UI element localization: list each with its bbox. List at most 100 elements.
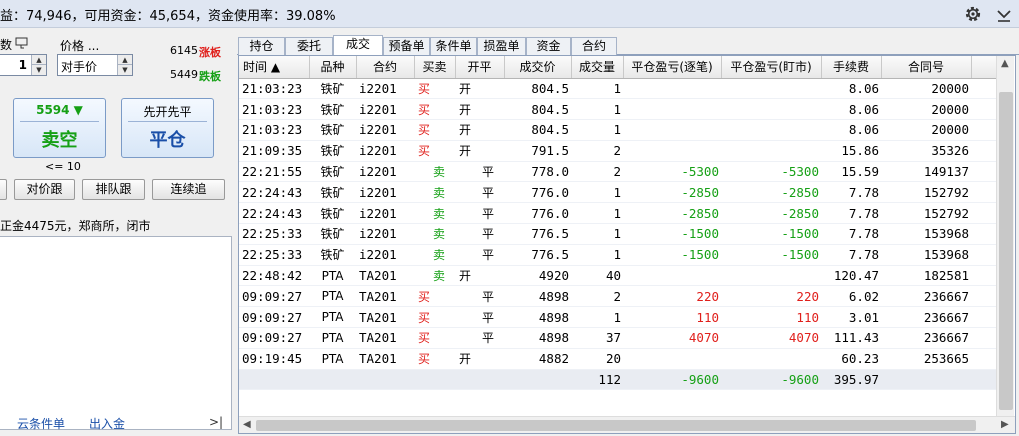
cell-合同号-10: 236667 — [881, 306, 971, 329]
cell-手续费-9: 15.86 — [821, 140, 881, 162]
cell-开平-4: 开 — [455, 265, 504, 287]
cell-开平-4: 平 — [455, 285, 504, 308]
column-header-8[interactable]: 平仓盈亏(盯市) — [721, 56, 822, 79]
table-row[interactable]: 21:03:23 铁矿 i2201 买开 804.5 1 8.06 20000 — [239, 98, 1013, 121]
column-header-5[interactable]: 成交价 — [504, 56, 572, 79]
cloud-condition-order-link[interactable]: 云条件单 — [17, 415, 65, 432]
cell-合约-2: i2201 — [356, 98, 414, 121]
tab-0[interactable]: 持仓 — [238, 37, 285, 55]
table-row[interactable]: 09:09:27PTATA201买平489822202206.022366672 — [239, 285, 1013, 308]
quantity-arrows[interactable]: ▲ ▼ — [31, 55, 46, 75]
cell-合约-2: TA201 — [356, 285, 414, 308]
tab-4[interactable]: 条件单 — [430, 37, 477, 55]
tab-1[interactable]: 委托 — [285, 37, 333, 55]
vertical-scrollbar[interactable]: ▲ — [996, 56, 1014, 416]
scroll-left-icon[interactable]: ◀ — [243, 419, 251, 430]
column-header-9[interactable]: 手续费 — [821, 56, 882, 79]
horizontal-scrollbar[interactable]: ◀ ▶ — [239, 416, 1015, 433]
table-row[interactable]: 09:19:45PTATA201买开48822060.232536652 — [239, 348, 1013, 370]
cell-手续费-9: 8.06 — [821, 119, 881, 141]
table-row[interactable]: 21:09:35 铁矿 i2201 买开 791.5 2 15.86 35326 — [239, 140, 1013, 162]
table-row[interactable]: 21:03:23 铁矿 i2201 买开 804.5 1 8.06 20000 — [239, 119, 1013, 141]
column-header-3[interactable]: 买卖 — [414, 56, 456, 79]
table-header: 时间 ▲ 品种 合约 买卖 开平 成交价 成交量 平仓盈亏(逐笔) 平仓盈亏(盯市) 手续费 合同号 — [239, 56, 1014, 79]
deposit-withdraw-link[interactable]: 出入金 — [89, 415, 125, 432]
cell-平仓盈亏(盯市)-8: -1500 — [721, 223, 821, 245]
chevron-down-icon[interactable] — [995, 5, 1013, 23]
cell-买卖-3: 卖 — [414, 244, 455, 266]
column-header-10[interactable]: 合同号 — [881, 56, 972, 79]
horizontal-scroll-thumb[interactable] — [256, 420, 976, 431]
price-label[interactable]: 价格 ... — [60, 37, 99, 54]
column-header-7[interactable]: 平仓盈亏(逐笔) — [623, 56, 722, 79]
price-type-stepper[interactable]: 对手价 ▲ ▼ — [57, 54, 133, 76]
cell-买卖-3: 买 — [414, 348, 455, 370]
cell-手续费-9: 111.43 — [821, 327, 881, 349]
table-row[interactable]: 22:24:43 铁矿 i2201 卖平 776.0 1 -2850 -2850 7.78 152… — [239, 202, 1013, 225]
cell-成交量-6: 2 — [571, 140, 623, 162]
cell-买卖-3: 买 — [414, 119, 455, 141]
column-header-2[interactable]: 合约 — [356, 56, 415, 79]
quantity-label: 数 — [0, 38, 13, 52]
cell-成交价-5: 804.5 — [504, 98, 571, 121]
cell-合同号-10: 20000 — [881, 78, 971, 100]
cell-合约-2: TA201 — [356, 348, 414, 370]
trading-window: 益：74,946，可用资金：45,654，资金使用率：39.08% 数 1 ▲ ▼… — [0, 0, 1019, 436]
cell-成交价-5: 804.5 — [504, 78, 571, 100]
cell-开平-4: 平 — [455, 306, 504, 329]
cell-平仓盈亏(盯市)-8: -2850 — [721, 202, 821, 225]
continuous-chase-button[interactable]: 连续追 — [152, 179, 225, 200]
quantity-stepper[interactable]: 1 ▲ ▼ — [0, 54, 47, 76]
cell-手续费-9: 6.02 — [821, 285, 881, 308]
table-row[interactable]: 22:25:33 铁矿 i2201 卖平 776.5 1 -1500 -1500 7.78 153… — [239, 244, 1013, 266]
tab-3[interactable]: 预备单 — [383, 37, 430, 55]
cell-品种-1: PTA — [309, 306, 356, 329]
quantity-picker-icon[interactable] — [15, 37, 28, 49]
cell-成交量-6: 1 — [571, 223, 623, 245]
table-row[interactable]: 22:24:43 铁矿 i2201 卖平 776.0 1 -2850 -2850 7.78 152… — [239, 181, 1013, 204]
table-row[interactable]: 09:09:27PTATA201买平489811101103.012366672 — [239, 306, 1013, 329]
cell-开平-4: 开 — [455, 140, 504, 162]
sell-short-button[interactable]: 5594 ▼ 卖空 — [13, 98, 106, 158]
tab-2[interactable]: 成交 — [333, 35, 383, 56]
cell-平仓盈亏(逐笔)-7 — [623, 140, 721, 162]
cell-平仓盈亏(盯市)-8: -1500 — [721, 244, 821, 266]
tab-7[interactable]: 合约 — [571, 37, 617, 55]
column-header-4[interactable]: 开平 — [455, 56, 505, 79]
vertical-scroll-thumb[interactable] — [999, 92, 1013, 410]
cell-合约-2: TA201 — [356, 327, 414, 349]
table-row[interactable]: 22:48:42PTATA201卖开492040120.471825811 — [239, 265, 1013, 287]
table-row[interactable]: 09:09:27 PTA TA201 买平 4898 37 4070 4070 111.43 23… — [239, 327, 1013, 349]
expand-panel-icon[interactable]: >| — [209, 415, 223, 429]
cell-平仓盈亏(逐笔)-7: -2850 — [623, 181, 721, 204]
column-header-6[interactable]: 成交量 — [571, 56, 624, 79]
cell-成交量-6: 2 — [571, 285, 623, 308]
table-row[interactable]: 22:21:55 铁矿 i2201 卖平 778.0 2 -5300 -5300 15.59 14… — [239, 161, 1013, 183]
partial-button[interactable] — [0, 179, 7, 200]
cell-开平-4: 平 — [455, 202, 504, 225]
sell-short-label: 卖空 — [41, 130, 78, 151]
cell-平仓盈亏(逐笔)-7: -9600 — [623, 369, 721, 391]
tab-6[interactable]: 资金 — [526, 37, 571, 55]
price-type-arrows[interactable]: ▲ ▼ — [117, 55, 132, 75]
cell-平仓盈亏(盯市)-8: 220 — [721, 285, 821, 308]
column-header-1[interactable]: 品种 — [309, 56, 357, 79]
tab-5[interactable]: 损盈单 — [477, 37, 526, 55]
summary-row[interactable]: 112 -9600 -9600 395.97 — [239, 369, 1013, 391]
cell-买卖-3: 卖 — [414, 181, 455, 204]
close-position-button[interactable]: 先开先平 平仓 — [121, 98, 214, 158]
queue-follow-button[interactable]: 排队跟 — [82, 179, 145, 200]
scroll-right-icon[interactable]: ▶ — [1001, 419, 1009, 430]
scroll-up-icon[interactable]: ▲ — [1001, 58, 1009, 69]
margin-notice: 正金4475元，郑商所，闭市 — [0, 219, 151, 233]
column-header-0[interactable]: 时间 ▲ — [239, 56, 310, 79]
table-row[interactable]: 22:25:33 铁矿 i2201 卖平 776.5 1 -1500 -1500 7.78 153… — [239, 223, 1013, 245]
cell-合约-2: i2201 — [356, 78, 414, 100]
cell-开平-4: 平 — [455, 244, 504, 266]
gear-icon[interactable] — [963, 4, 983, 24]
cell-平仓盈亏(逐笔)-7 — [623, 265, 721, 287]
cell-手续费-9: 7.78 — [821, 223, 881, 245]
cell-成交量-6: 1 — [571, 244, 623, 266]
table-row[interactable]: 21:03:23 铁矿 i2201 买开 804.5 1 8.06 20000 — [239, 78, 1013, 100]
counter-price-follow-button[interactable]: 对价跟 — [14, 179, 75, 200]
